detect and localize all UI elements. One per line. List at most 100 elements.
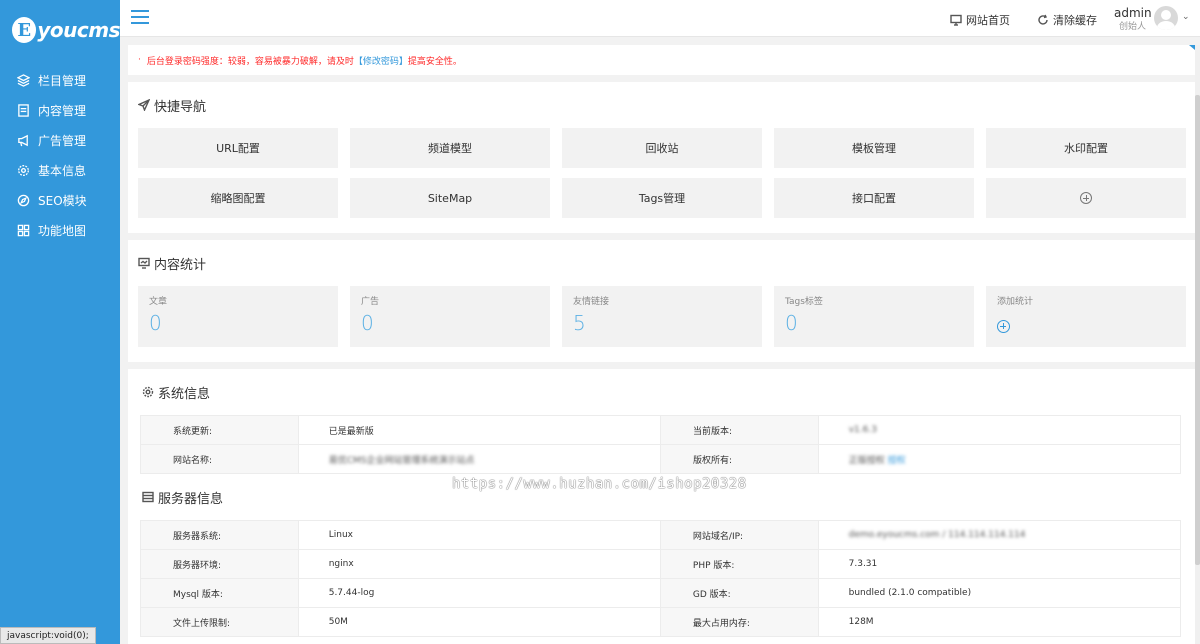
- site-home-label: 网站首页: [966, 14, 1010, 27]
- megaphone-icon: [16, 133, 30, 147]
- sidebar-item-seo-module[interactable]: SEO模块: [0, 185, 120, 215]
- sidebar-nav: 栏目管理 内容管理 广告管理 基本信息 SEO模块 功能地图: [0, 65, 120, 245]
- content-stats-title: 内容统计: [138, 240, 1185, 286]
- cell-label: 文件上传限制:: [140, 607, 299, 637]
- table-row: 文件上传限制: 50M 最大占用内存: 128M: [140, 607, 1182, 637]
- quick-nav-thumbnail-config[interactable]: 缩略图配置: [138, 178, 338, 218]
- stat-friend-links[interactable]: 友情链接 5: [562, 286, 762, 347]
- quick-nav-recycle-bin[interactable]: 回收站: [562, 128, 762, 168]
- notice-dot: ·: [138, 55, 141, 65]
- quick-nav-url-config[interactable]: URL配置: [138, 128, 338, 168]
- cell-label: 服务器系统:: [140, 520, 299, 550]
- site-home-link[interactable]: 网站首页: [950, 12, 1010, 28]
- cell-label: Mysql 版本:: [140, 578, 299, 608]
- gear-icon: [16, 163, 30, 177]
- scroll-thumb[interactable]: [1195, 95, 1200, 565]
- stat-add-card: 添加统计: [986, 286, 1186, 347]
- user-name[interactable]: admin: [1114, 6, 1152, 20]
- gear-icon: [142, 386, 154, 398]
- avatar[interactable]: [1154, 6, 1178, 30]
- grid-icon: [16, 223, 30, 237]
- table-row: 服务器环境: nginx PHP 版本: 7.3.31: [140, 549, 1182, 579]
- add-stat-plus-icon[interactable]: [997, 320, 1010, 333]
- stat-value: 5: [573, 311, 586, 335]
- info-panel: 系统信息 系统更新: 已是最新版 当前版本: v1.6.3 网站名称: 易优CM…: [128, 369, 1195, 644]
- document-icon: [16, 103, 30, 117]
- cell-value: nginx: [297, 549, 661, 579]
- stat-add-label: 添加统计: [997, 297, 1034, 307]
- cell-label: 版权所有:: [659, 444, 819, 474]
- cell-value: 7.3.31: [817, 549, 1182, 579]
- quick-nav-sitemap[interactable]: SiteMap: [350, 178, 550, 218]
- cell-value: 易优CMS企业网站管理系统演示站点: [297, 444, 661, 474]
- user-role: 创始人: [1119, 22, 1147, 32]
- compass-icon: [16, 193, 30, 207]
- stat-tags[interactable]: Tags标签 0: [774, 286, 974, 347]
- cell-value: bundled (2.1.0 compatible): [817, 578, 1182, 608]
- stat-label: 文章: [149, 297, 168, 307]
- content-stats-grid: 文章 0 广告 0 友情链接 5 Tags标签 0 添加统计: [138, 286, 1186, 362]
- quick-nav-api-config[interactable]: 接口配置: [774, 178, 974, 218]
- table-row: 系统更新: 已是最新版 当前版本: v1.6.3: [140, 415, 1182, 445]
- domain-ip-value: demo.eyoucms.com / 114.114.114.114: [848, 530, 1026, 540]
- system-info-title-text: 系统信息: [158, 386, 211, 402]
- quick-nav-template-management[interactable]: 模板管理: [774, 128, 974, 168]
- sidebar-item-ad-management[interactable]: 广告管理: [0, 125, 120, 155]
- table-row: Mysql 版本: 5.7.44-log GD 版本: bundled (2.1…: [140, 578, 1182, 608]
- cell-label: PHP 版本:: [659, 549, 819, 579]
- server-info-title-text: 服务器信息: [158, 491, 224, 507]
- quick-nav-tags-management[interactable]: Tags管理: [562, 178, 762, 218]
- table-row: 服务器系统: Linux 网站域名/IP: demo.eyoucms.com /…: [140, 520, 1182, 550]
- send-icon: [138, 99, 150, 111]
- menu-toggle-icon[interactable]: [131, 10, 149, 26]
- notice-suffix: 提高安全性。: [407, 56, 462, 67]
- copyright-value: 正版授权: [848, 455, 885, 466]
- chevron-down-icon[interactable]: ⌄: [1182, 12, 1190, 22]
- clear-cache-button[interactable]: 清除缓存: [1037, 12, 1097, 28]
- layers-icon: [16, 73, 30, 87]
- cell-value: 正版授权 授权: [817, 444, 1182, 474]
- sidebar-item-label: 基本信息: [38, 163, 87, 178]
- quick-nav-title: 快捷导航: [138, 82, 1185, 128]
- cell-value: v1.6.3: [817, 415, 1182, 445]
- scrollbar[interactable]: [1195, 45, 1200, 644]
- notice-text: 后台登录密码强度：较弱，容易被暴力破解，请及时: [146, 56, 354, 67]
- site-name-value: 易优CMS企业网站管理系统演示站点: [328, 455, 475, 466]
- browser-status-bar: javascript:void(0);: [0, 627, 96, 644]
- system-info-title: 系统信息: [140, 369, 1183, 415]
- plus-circle-icon: [1080, 192, 1092, 204]
- cell-label: 服务器环境:: [140, 549, 299, 579]
- sidebar-item-basic-info[interactable]: 基本信息: [0, 155, 120, 185]
- cell-label: 网站域名/IP:: [659, 520, 819, 550]
- cell-label: 系统更新:: [140, 415, 299, 445]
- cell-value: 已是最新版: [297, 415, 661, 445]
- system-info-table: 系统更新: 已是最新版 当前版本: v1.6.3 网站名称: 易优CMS企业网站…: [140, 415, 1182, 474]
- watermark-text: https://www.huzhan.com/ishop20328: [452, 476, 747, 492]
- sidebar-item-feature-map[interactable]: 功能地图: [0, 215, 120, 245]
- current-version-value: v1.6.3: [848, 425, 877, 435]
- main-content: · 后台登录密码强度：较弱，容易被暴力破解，请及时 【修改密码】 提高安全性。 …: [128, 45, 1200, 644]
- table-row: 网站名称: 易优CMS企业网站管理系统演示站点 版权所有: 正版授权 授权: [140, 444, 1182, 474]
- sidebar: E youcms 栏目管理 内容管理 广告管理 基本信息 SEO模块 功能地图: [0, 0, 120, 644]
- quick-nav-panel: 快捷导航 URL配置 频道模型 回收站 模板管理 水印配置 缩略图配置 Site…: [128, 82, 1195, 233]
- refresh-icon: [1038, 14, 1048, 25]
- cell-label: 当前版本:: [659, 415, 819, 445]
- password-notice: · 后台登录密码强度：较弱，容易被暴力破解，请及时 【修改密码】 提高安全性。: [128, 45, 1200, 75]
- sidebar-item-content-management[interactable]: 内容管理: [0, 95, 120, 125]
- cell-label: 最大占用内存:: [659, 607, 819, 637]
- copyright-link[interactable]: 授权: [888, 456, 906, 466]
- quick-nav-channel-model[interactable]: 频道模型: [350, 128, 550, 168]
- sidebar-item-column-management[interactable]: 栏目管理: [0, 65, 120, 95]
- monitor-icon: [950, 14, 962, 26]
- logo[interactable]: E youcms: [0, 0, 120, 60]
- stat-ads[interactable]: 广告 0: [350, 286, 550, 347]
- monitor-chart-icon: [138, 257, 150, 269]
- server-info-table: 服务器系统: Linux 网站域名/IP: demo.eyoucms.com /…: [140, 520, 1182, 637]
- quick-nav-add-button[interactable]: [986, 178, 1186, 218]
- stat-label: 广告: [361, 297, 380, 307]
- change-password-link[interactable]: 【修改密码】: [354, 54, 408, 67]
- quick-nav-watermark-config[interactable]: 水印配置: [986, 128, 1186, 168]
- logo-text: youcms: [37, 18, 120, 42]
- stat-articles[interactable]: 文章 0: [138, 286, 338, 347]
- cell-value: Linux: [297, 520, 661, 550]
